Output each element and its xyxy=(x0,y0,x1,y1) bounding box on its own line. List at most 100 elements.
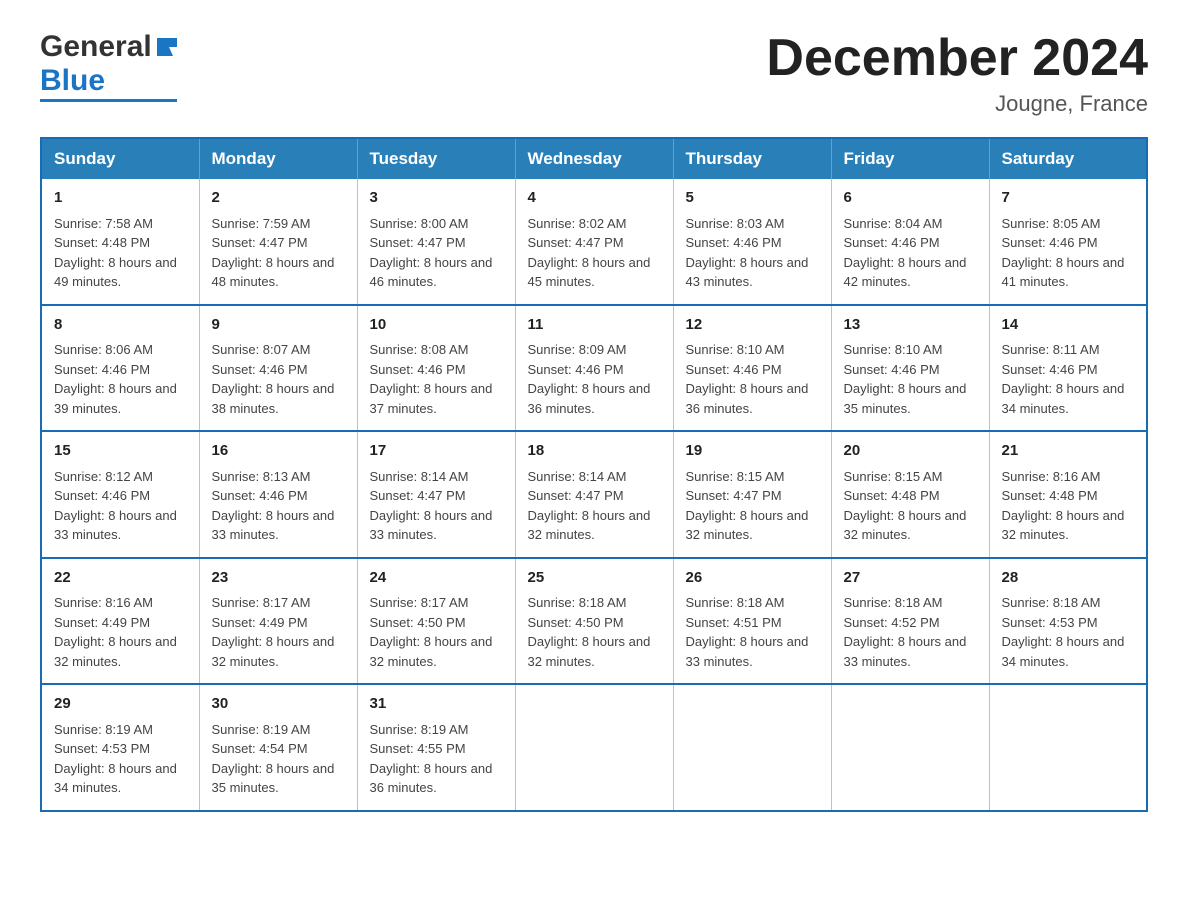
calendar-table: Sunday Monday Tuesday Wednesday Thursday… xyxy=(40,137,1148,812)
calendar-cell: 2 Sunrise: 7:59 AMSunset: 4:47 PMDayligh… xyxy=(199,179,357,305)
day-number: 15 xyxy=(54,440,187,463)
col-thursday: Thursday xyxy=(673,138,831,179)
logo-general-text: General xyxy=(40,30,152,64)
day-number: 18 xyxy=(528,440,661,463)
day-number: 22 xyxy=(54,567,187,590)
day-info: Sunrise: 8:17 AMSunset: 4:49 PMDaylight:… xyxy=(212,595,335,669)
day-info: Sunrise: 8:12 AMSunset: 4:46 PMDaylight:… xyxy=(54,469,177,543)
calendar-cell: 12 Sunrise: 8:10 AMSunset: 4:46 PMDaylig… xyxy=(673,305,831,432)
day-number: 7 xyxy=(1002,187,1135,210)
calendar-cell: 4 Sunrise: 8:02 AMSunset: 4:47 PMDayligh… xyxy=(515,179,673,305)
calendar-week-2: 8 Sunrise: 8:06 AMSunset: 4:46 PMDayligh… xyxy=(41,305,1147,432)
day-info: Sunrise: 8:17 AMSunset: 4:50 PMDaylight:… xyxy=(370,595,493,669)
calendar-cell: 5 Sunrise: 8:03 AMSunset: 4:46 PMDayligh… xyxy=(673,179,831,305)
calendar-body: 1 Sunrise: 7:58 AMSunset: 4:48 PMDayligh… xyxy=(41,179,1147,811)
col-saturday: Saturday xyxy=(989,138,1147,179)
calendar-cell: 31 Sunrise: 8:19 AMSunset: 4:55 PMDaylig… xyxy=(357,684,515,811)
col-wednesday: Wednesday xyxy=(515,138,673,179)
logo-flag-icon xyxy=(155,36,177,58)
calendar-week-1: 1 Sunrise: 7:58 AMSunset: 4:48 PMDayligh… xyxy=(41,179,1147,305)
calendar-week-5: 29 Sunrise: 8:19 AMSunset: 4:53 PMDaylig… xyxy=(41,684,1147,811)
calendar-cell: 3 Sunrise: 8:00 AMSunset: 4:47 PMDayligh… xyxy=(357,179,515,305)
calendar-cell: 27 Sunrise: 8:18 AMSunset: 4:52 PMDaylig… xyxy=(831,558,989,685)
day-number: 24 xyxy=(370,567,503,590)
calendar-cell: 6 Sunrise: 8:04 AMSunset: 4:46 PMDayligh… xyxy=(831,179,989,305)
day-number: 27 xyxy=(844,567,977,590)
calendar-cell: 10 Sunrise: 8:08 AMSunset: 4:46 PMDaylig… xyxy=(357,305,515,432)
title-block: December 2024 Jougne, France xyxy=(766,30,1148,117)
day-number: 1 xyxy=(54,187,187,210)
day-info: Sunrise: 8:06 AMSunset: 4:46 PMDaylight:… xyxy=(54,342,177,416)
calendar-week-4: 22 Sunrise: 8:16 AMSunset: 4:49 PMDaylig… xyxy=(41,558,1147,685)
day-info: Sunrise: 8:05 AMSunset: 4:46 PMDaylight:… xyxy=(1002,216,1125,290)
day-number: 11 xyxy=(528,314,661,337)
logo: General Blue xyxy=(40,30,177,102)
day-number: 26 xyxy=(686,567,819,590)
calendar-cell: 1 Sunrise: 7:58 AMSunset: 4:48 PMDayligh… xyxy=(41,179,199,305)
day-info: Sunrise: 8:09 AMSunset: 4:46 PMDaylight:… xyxy=(528,342,651,416)
day-number: 16 xyxy=(212,440,345,463)
day-number: 19 xyxy=(686,440,819,463)
day-number: 20 xyxy=(844,440,977,463)
day-info: Sunrise: 8:02 AMSunset: 4:47 PMDaylight:… xyxy=(528,216,651,290)
col-friday: Friday xyxy=(831,138,989,179)
calendar-cell: 23 Sunrise: 8:17 AMSunset: 4:49 PMDaylig… xyxy=(199,558,357,685)
day-info: Sunrise: 8:18 AMSunset: 4:52 PMDaylight:… xyxy=(844,595,967,669)
day-info: Sunrise: 8:19 AMSunset: 4:53 PMDaylight:… xyxy=(54,722,177,796)
day-number: 28 xyxy=(1002,567,1135,590)
calendar-cell: 22 Sunrise: 8:16 AMSunset: 4:49 PMDaylig… xyxy=(41,558,199,685)
day-info: Sunrise: 8:00 AMSunset: 4:47 PMDaylight:… xyxy=(370,216,493,290)
day-info: Sunrise: 7:59 AMSunset: 4:47 PMDaylight:… xyxy=(212,216,335,290)
day-info: Sunrise: 8:19 AMSunset: 4:55 PMDaylight:… xyxy=(370,722,493,796)
day-number: 25 xyxy=(528,567,661,590)
day-number: 10 xyxy=(370,314,503,337)
calendar-cell: 11 Sunrise: 8:09 AMSunset: 4:46 PMDaylig… xyxy=(515,305,673,432)
calendar-cell: 30 Sunrise: 8:19 AMSunset: 4:54 PMDaylig… xyxy=(199,684,357,811)
day-number: 29 xyxy=(54,693,187,716)
day-info: Sunrise: 7:58 AMSunset: 4:48 PMDaylight:… xyxy=(54,216,177,290)
calendar-cell: 13 Sunrise: 8:10 AMSunset: 4:46 PMDaylig… xyxy=(831,305,989,432)
calendar-cell: 21 Sunrise: 8:16 AMSunset: 4:48 PMDaylig… xyxy=(989,431,1147,558)
day-info: Sunrise: 8:15 AMSunset: 4:48 PMDaylight:… xyxy=(844,469,967,543)
location: Jougne, France xyxy=(766,91,1148,117)
page-header: General Blue December 2024 Jougne, Franc… xyxy=(40,30,1148,117)
day-info: Sunrise: 8:18 AMSunset: 4:51 PMDaylight:… xyxy=(686,595,809,669)
calendar-cell: 24 Sunrise: 8:17 AMSunset: 4:50 PMDaylig… xyxy=(357,558,515,685)
day-info: Sunrise: 8:18 AMSunset: 4:50 PMDaylight:… xyxy=(528,595,651,669)
day-header-row: Sunday Monday Tuesday Wednesday Thursday… xyxy=(41,138,1147,179)
day-number: 8 xyxy=(54,314,187,337)
day-number: 13 xyxy=(844,314,977,337)
calendar-cell: 29 Sunrise: 8:19 AMSunset: 4:53 PMDaylig… xyxy=(41,684,199,811)
calendar-cell: 14 Sunrise: 8:11 AMSunset: 4:46 PMDaylig… xyxy=(989,305,1147,432)
day-number: 4 xyxy=(528,187,661,210)
day-info: Sunrise: 8:16 AMSunset: 4:48 PMDaylight:… xyxy=(1002,469,1125,543)
day-number: 17 xyxy=(370,440,503,463)
calendar-cell: 28 Sunrise: 8:18 AMSunset: 4:53 PMDaylig… xyxy=(989,558,1147,685)
day-number: 5 xyxy=(686,187,819,210)
calendar-cell: 15 Sunrise: 8:12 AMSunset: 4:46 PMDaylig… xyxy=(41,431,199,558)
day-number: 12 xyxy=(686,314,819,337)
calendar-cell: 7 Sunrise: 8:05 AMSunset: 4:46 PMDayligh… xyxy=(989,179,1147,305)
calendar-cell: 20 Sunrise: 8:15 AMSunset: 4:48 PMDaylig… xyxy=(831,431,989,558)
calendar-cell xyxy=(515,684,673,811)
day-info: Sunrise: 8:03 AMSunset: 4:46 PMDaylight:… xyxy=(686,216,809,290)
day-number: 3 xyxy=(370,187,503,210)
day-info: Sunrise: 8:18 AMSunset: 4:53 PMDaylight:… xyxy=(1002,595,1125,669)
day-number: 14 xyxy=(1002,314,1135,337)
day-number: 23 xyxy=(212,567,345,590)
logo-underline xyxy=(40,99,177,102)
day-info: Sunrise: 8:10 AMSunset: 4:46 PMDaylight:… xyxy=(686,342,809,416)
calendar-cell: 19 Sunrise: 8:15 AMSunset: 4:47 PMDaylig… xyxy=(673,431,831,558)
day-number: 30 xyxy=(212,693,345,716)
day-info: Sunrise: 8:10 AMSunset: 4:46 PMDaylight:… xyxy=(844,342,967,416)
day-info: Sunrise: 8:08 AMSunset: 4:46 PMDaylight:… xyxy=(370,342,493,416)
day-number: 21 xyxy=(1002,440,1135,463)
col-monday: Monday xyxy=(199,138,357,179)
calendar-cell: 8 Sunrise: 8:06 AMSunset: 4:46 PMDayligh… xyxy=(41,305,199,432)
calendar-cell xyxy=(989,684,1147,811)
day-info: Sunrise: 8:14 AMSunset: 4:47 PMDaylight:… xyxy=(528,469,651,543)
day-info: Sunrise: 8:04 AMSunset: 4:46 PMDaylight:… xyxy=(844,216,967,290)
day-info: Sunrise: 8:16 AMSunset: 4:49 PMDaylight:… xyxy=(54,595,177,669)
day-info: Sunrise: 8:11 AMSunset: 4:46 PMDaylight:… xyxy=(1002,342,1125,416)
calendar-week-3: 15 Sunrise: 8:12 AMSunset: 4:46 PMDaylig… xyxy=(41,431,1147,558)
